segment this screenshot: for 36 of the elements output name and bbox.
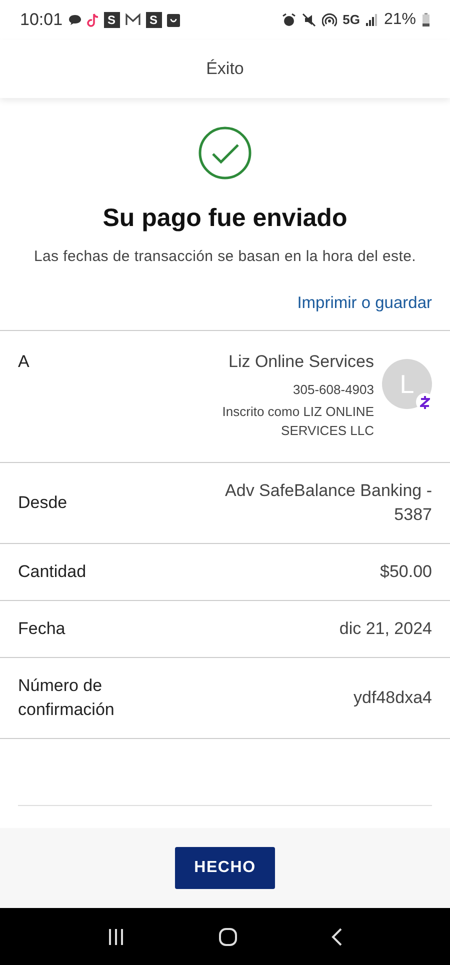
- recipient-name: Liz Online Services: [228, 351, 374, 374]
- music-note-icon: [86, 12, 99, 28]
- checkmark-circle-icon: [198, 126, 252, 180]
- recipient-phone: 305-608-4903: [293, 380, 374, 399]
- alarm-icon: [282, 13, 296, 27]
- detail-value: Adv SafeBalance Banking - 5387: [224, 480, 432, 526]
- mail-icon: [124, 13, 141, 27]
- detail-label: Fecha: [18, 618, 66, 640]
- status-time: 10:01: [20, 9, 63, 32]
- page-title: Éxito: [206, 58, 244, 80]
- detail-label: Desde: [18, 492, 68, 514]
- print-save-link[interactable]: Imprimir o guardar: [297, 290, 432, 316]
- detail-value: $50.00: [379, 561, 432, 584]
- hotspot-icon: [322, 13, 337, 27]
- detail-value: dic 21, 2024: [338, 618, 432, 640]
- success-title: Su pago fue enviado: [102, 203, 348, 234]
- battery-percent: 21%: [384, 10, 416, 30]
- signal-icon: [366, 14, 378, 26]
- network-type: 5G: [342, 11, 360, 30]
- date-note: Las fechas de transacción se basan en la hora del este.: [34, 246, 416, 266]
- mute-icon: [302, 13, 316, 27]
- recent-apps-icon[interactable]: [106, 926, 126, 946]
- detail-label: A: [18, 351, 30, 374]
- home-icon[interactable]: [218, 926, 238, 946]
- done-button[interactable]: HECHO: [175, 847, 275, 889]
- app-badge: S: [146, 12, 162, 28]
- app-icon: [166, 14, 180, 26]
- zelle-icon: [420, 396, 430, 409]
- app-badge: S: [104, 12, 120, 28]
- battery-icon: [422, 13, 430, 27]
- chat-icon: [68, 14, 82, 26]
- detail-label: Cantidad: [18, 561, 88, 584]
- detail-label: Número de confirmación: [18, 675, 116, 722]
- enrolled-name: Inscrito como LIZ ONLINE SERVICES LLC: [221, 403, 374, 440]
- back-icon[interactable]: [330, 926, 344, 946]
- detail-value: ydf48dxa4: [352, 687, 432, 710]
